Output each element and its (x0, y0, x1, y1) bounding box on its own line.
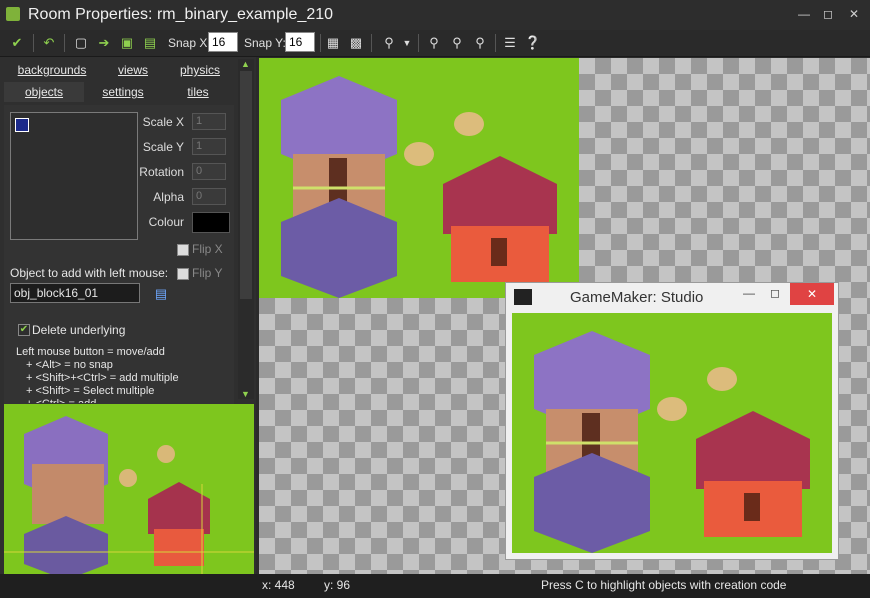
ok-check-icon[interactable]: ✔ (8, 34, 26, 52)
object-select-input[interactable]: obj_block16_01 (10, 283, 140, 303)
alpha-label: Alpha (153, 190, 184, 204)
window-title: Room Properties: rm_binary_example_210 (28, 6, 334, 23)
scale-x-input[interactable]: 1 (192, 113, 226, 130)
title-bar: Room Properties: rm_binary_example_210 —… (0, 0, 870, 30)
objects-properties: Scale X 1 Scale Y 1 Rotation 0 Alpha 0 C… (4, 105, 234, 405)
help-line: + <Ctrl> = add (26, 398, 96, 403)
popup-title: GameMaker: Studio (570, 289, 704, 306)
zoom-out-icon[interactable]: ⚲ (425, 34, 443, 52)
help-line: Left mouse button = move/add (16, 346, 165, 358)
flip-y-label: Flip Y (192, 266, 223, 280)
scroll-down-icon[interactable]: ▼ (241, 389, 250, 399)
help-line: + <Shift> = Select multiple (26, 385, 155, 397)
tab-strip: backgrounds views physics objects settin… (4, 59, 234, 103)
chevron-down-icon[interactable]: ▼ (398, 34, 416, 52)
room-background (259, 58, 579, 298)
colour-swatch[interactable] (192, 212, 230, 233)
isometric-grid-icon[interactable]: ▩ (347, 34, 365, 52)
flip-x-checkbox[interactable] (177, 244, 189, 256)
maximize-icon[interactable]: ◻ (764, 286, 786, 304)
status-y: y: 96 (324, 578, 351, 592)
status-message: Press C to highlight objects with creati… (541, 578, 787, 592)
close-icon[interactable]: ✕ (842, 5, 866, 23)
snap-y-input[interactable] (285, 32, 315, 52)
rotation-label: Rotation (139, 165, 184, 179)
minimize-icon[interactable]: — (792, 5, 816, 23)
maximize-icon[interactable]: ◻ (816, 5, 840, 23)
flip-y-checkbox[interactable] (177, 268, 189, 280)
rotation-input[interactable]: 0 (192, 163, 226, 180)
left-panel-scrollbar[interactable]: ▲ ▼ (238, 59, 254, 399)
object-add-label: Object to add with left mouse: (10, 266, 169, 280)
object-sprite-icon (15, 118, 29, 132)
close-icon[interactable]: ✕ (790, 283, 834, 305)
clear-page-icon[interactable]: ▢ (72, 34, 90, 52)
game-runner-window: GameMaker: Studio — ◻ ✕ (505, 282, 839, 560)
snap-x-input[interactable] (208, 32, 238, 52)
tab-views[interactable]: views (100, 60, 166, 80)
tab-physics[interactable]: physics (166, 60, 234, 80)
unlock-icon[interactable]: ▤ (141, 34, 159, 52)
help-line: + <Alt> = no snap (26, 359, 113, 371)
tab-backgrounds[interactable]: backgrounds (4, 60, 100, 80)
zoom-in-icon[interactable]: ⚲ (471, 34, 489, 52)
scale-y-label: Scale Y (142, 140, 184, 154)
gamemaker-logo-icon (514, 289, 532, 305)
room-preview[interactable] (4, 404, 254, 580)
alpha-input[interactable]: 0 (192, 188, 226, 205)
snap-x-label: Snap X: (168, 36, 211, 50)
shift-arrow-icon[interactable]: ➔ (95, 34, 113, 52)
zoom-normal-icon[interactable]: ⚲ (448, 34, 466, 52)
status-bar: x: 448 y: 96 Press C to highlight object… (0, 574, 870, 598)
tab-tiles[interactable]: tiles (162, 82, 234, 102)
lock-icon[interactable]: ▣ (118, 34, 136, 52)
grid-icon[interactable]: ▦ (324, 34, 342, 52)
colour-label: Colour (148, 215, 184, 229)
tab-objects[interactable]: objects (4, 82, 84, 102)
scroll-up-icon[interactable]: ▲ (241, 59, 250, 69)
snap-y-label: Snap Y: (244, 36, 286, 50)
toolbar: ✔ ↶ ▢ ➔ ▣ ▤ Snap X: Snap Y: ▦ ▩ ⚲ ▼ ⚲ ⚲ … (0, 30, 870, 57)
delete-underlying-label: Delete underlying (32, 323, 126, 337)
flip-x-label: Flip X (192, 242, 223, 256)
scale-y-input[interactable]: 1 (192, 138, 226, 155)
tab-settings[interactable]: settings (84, 82, 162, 102)
help-line: + <Shift>+<Ctrl> = add multiple (26, 372, 179, 384)
game-view[interactable] (512, 313, 832, 553)
scrollbar-thumb[interactable] (240, 71, 252, 299)
undo-icon[interactable]: ↶ (40, 34, 58, 52)
status-x: x: 448 (262, 578, 295, 592)
minimize-icon[interactable]: — (738, 286, 760, 304)
help-icon[interactable]: ❔ (524, 34, 542, 52)
gamemaker-logo-icon (6, 7, 20, 21)
scale-x-label: Scale X (142, 115, 184, 129)
object-preview-box[interactable] (10, 112, 138, 240)
delete-underlying-checkbox[interactable]: ✔ (18, 324, 30, 336)
zoom-icon[interactable]: ⚲ (380, 34, 398, 52)
list-icon[interactable]: ☰ (501, 34, 519, 52)
object-menu-icon[interactable]: ▤ (152, 285, 170, 303)
